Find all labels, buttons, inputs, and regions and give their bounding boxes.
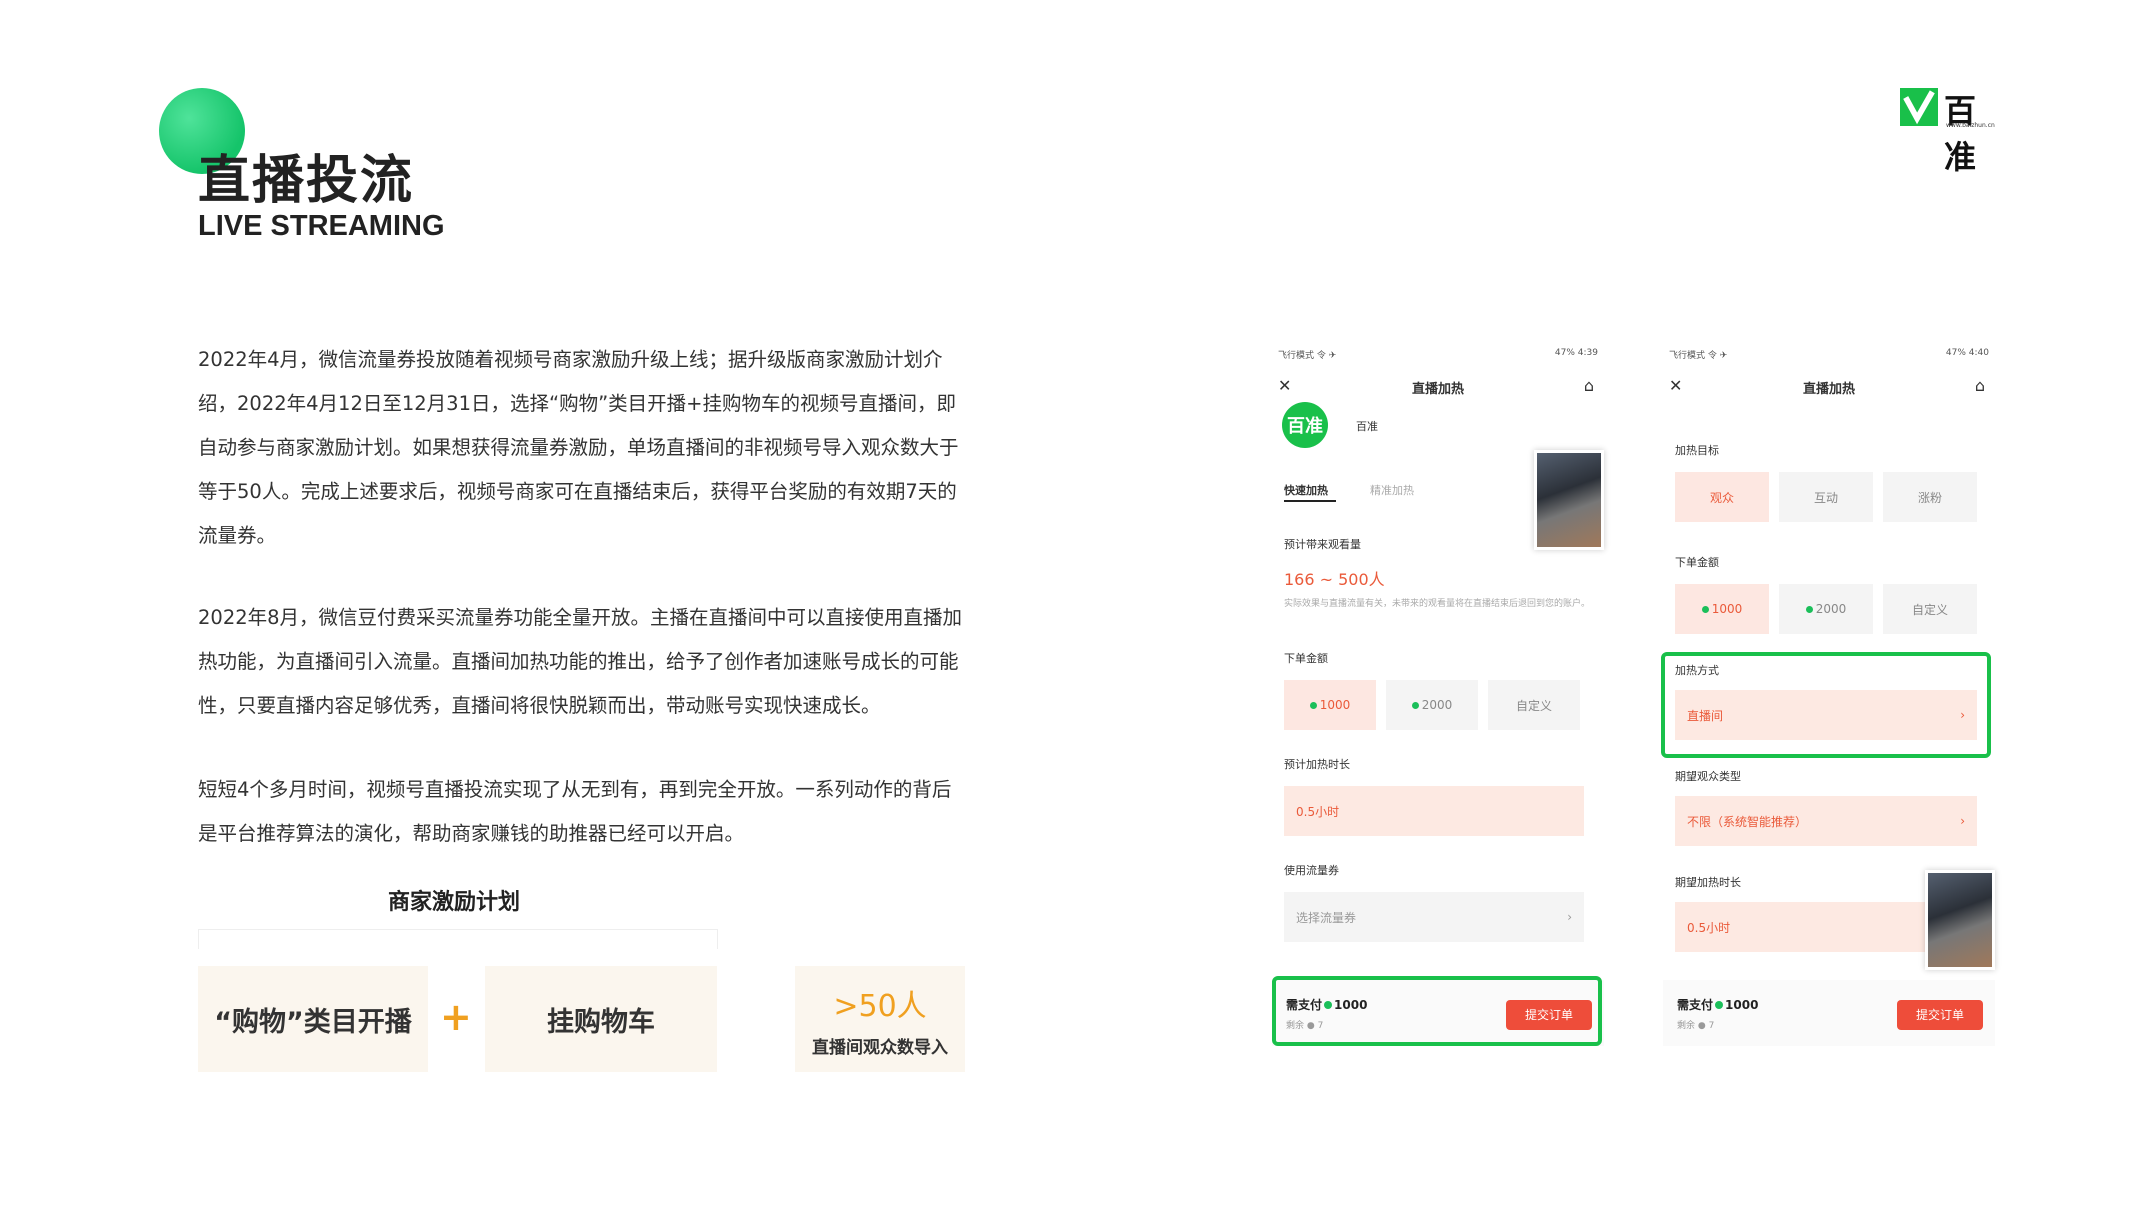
page-title: 直播投流 [198,151,415,211]
status-bar: 飞行模式 令 ✈ 47% 4:39 [1278,348,1598,361]
pay-value: 1000 [1725,998,1759,1012]
plan-threshold: >50人 直播间观众数导入 [795,966,965,1072]
tab-quick-boost[interactable]: 快速加热 [1284,482,1328,498]
nav-title: 直播加热 [1802,382,1855,397]
phone-screenshot-quick-boost: 飞行模式 令 ✈ 47% 4:39 ✕ 直播加热 ⌂ 百准 百准 快速加热 精准… [1272,340,1604,1048]
status-left: 飞行模式 令 ✈ [1669,351,1728,361]
amount-option-2000[interactable]: 2000 [1386,680,1478,730]
coin-icon [1701,605,1709,613]
coin-icon [1411,701,1419,709]
audience-label: 期望观众类型 [1675,770,1741,783]
est-views-label: 预计带来观看量 [1284,538,1361,551]
brand-check-icon [1900,88,1938,126]
nav-bar: ✕ 直播加热 ⌂ [1663,376,1995,397]
home-icon[interactable]: ⌂ [1584,376,1594,395]
amount-2000-label: 2000 [1815,602,1847,616]
nav-title: 直播加热 [1411,382,1464,397]
status-bar: 飞行模式 令 ✈ 47% 4:40 [1669,348,1989,361]
amount-custom-label: 自定义 [1515,698,1552,713]
chevron-right-icon: › [1960,814,1965,828]
audience-value: 不限（系统智能推荐） [1687,814,1808,829]
target-viewers-label: 观众 [1709,490,1734,505]
duration-value: 0.5小时 [1296,804,1340,819]
amount-1000-label: 1000 [1319,698,1351,712]
nav-bar: ✕ 直播加热 ⌂ [1272,376,1604,397]
target-option-viewers[interactable]: 观众 [1675,472,1769,522]
plus-sign: + [440,995,472,1039]
account-name: 百准 [1356,420,1378,433]
tab-indicator [1284,500,1336,502]
live-thumbnail [1534,450,1604,550]
coin-icon [1309,701,1317,709]
remaining-balance: 剩余 ● 7 [1677,1021,1715,1031]
coupon-placeholder: 选择流量券 [1296,910,1357,925]
plan-item-shopping: “购物”类目开播 [198,966,428,1072]
amount-option-custom[interactable]: 自定义 [1488,680,1580,730]
est-views-value: 166 ~ 500人 [1284,570,1385,589]
paragraph-1: 2022年4月，微信流量券投放随着视频号商家激励升级上线；据升级版商家激励计划介… [198,348,959,547]
payment-footer: 需支付 1000 剩余 ● 7 提交订单 [1663,980,1995,1046]
amount-label: 下单金额 [1284,652,1328,665]
phone-screenshot-precise-boost: 飞行模式 令 ✈ 47% 4:40 ✕ 直播加热 ⌂ 加热目标 观众 互动 涨粉… [1661,340,1995,1048]
audience-select[interactable]: 不限（系统智能推荐） › [1675,796,1977,846]
duration-field[interactable]: 0.5小时 [1284,786,1584,836]
amount-2000-label: 2000 [1421,698,1453,712]
amount-option-1000[interactable]: 1000 [1675,584,1769,634]
target-interaction-label: 互动 [1813,490,1838,505]
brand-logo: 百准 www.baizhun.cn [1900,86,2005,176]
pay-label: 需支付 [1677,998,1714,1012]
threshold-desc: 直播间观众数导入 [812,1037,948,1058]
amount-custom-label: 自定义 [1911,602,1948,617]
duration-label: 预计加热时长 [1284,758,1350,771]
amount-1000-label: 1000 [1711,602,1743,616]
plan-item-cart-label: 挂购物车 [547,1006,655,1038]
duration-label: 期望加热时长 [1675,876,1741,889]
amount-option-1000[interactable]: 1000 [1284,680,1376,730]
highlight-method [1661,652,1991,758]
live-thumbnail [1925,870,1995,970]
home-icon[interactable]: ⌂ [1975,376,1985,395]
amount-option-2000[interactable]: 2000 [1779,584,1873,634]
status-left: 飞行模式 令 ✈ [1278,351,1337,361]
amount-option-custom[interactable]: 自定义 [1883,584,1977,634]
coupon-select[interactable]: 选择流量券 › [1284,892,1584,942]
pay-amount: 需支付 1000 [1677,996,1758,1013]
est-views-note: 实际效果与直播流量有关，未带来的观看量将在直播结束后退回到您的账户。 [1284,599,1591,609]
brand-name: 百准 [1944,92,1977,176]
target-option-interaction[interactable]: 互动 [1779,472,1873,522]
page-subtitle: LIVE STREAMING [198,210,445,242]
coin-icon [1715,1001,1724,1009]
status-right: 47% 4:39 [1554,348,1598,358]
coin-icon [1805,605,1813,613]
brand-url: www.baizhun.cn [1946,122,1995,129]
target-option-followers[interactable]: 涨粉 [1883,472,1977,522]
target-label: 加热目标 [1675,444,1719,457]
submit-order-button[interactable]: 提交订单 [1897,1000,1983,1030]
target-followers-label: 涨粉 [1917,490,1942,505]
paragraph-3: 短短4个多月时间，视频号直播投流实现了从无到有，再到完全开放。一系列动作的背后是… [198,778,952,845]
highlight-payment [1272,976,1602,1046]
tab-precise-boost[interactable]: 精准加热 [1370,482,1414,498]
coupon-label: 使用流量券 [1284,864,1339,877]
paragraph-2: 2022年8月，微信豆付费采买流量券功能全量开放。主播在直播间中可以直接使用直播… [198,606,963,717]
amount-label: 下单金额 [1675,556,1719,569]
plan-item-cart: 挂购物车 [485,966,717,1072]
status-right: 47% 4:40 [1945,348,1989,358]
plan-divider [198,929,718,949]
plan-item-shopping-label: “购物”类目开播 [214,1006,412,1038]
chevron-right-icon: › [1567,910,1572,924]
plan-title: 商家激励计划 [388,890,521,915]
duration-value: 0.5小时 [1687,920,1731,935]
avatar: 百准 [1282,402,1328,448]
threshold-value: >50人 [833,988,927,1024]
